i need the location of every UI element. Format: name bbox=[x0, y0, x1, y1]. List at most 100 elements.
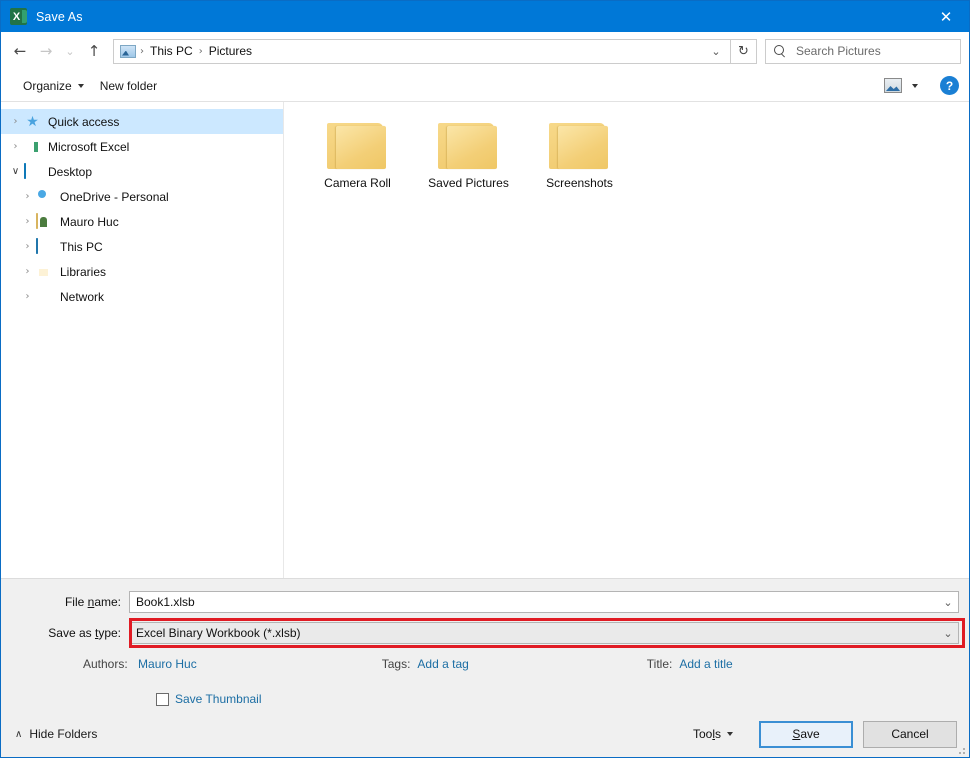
cancel-button[interactable]: Cancel bbox=[863, 721, 957, 748]
add-title-link[interactable]: Add a title bbox=[679, 657, 732, 671]
address-bar[interactable]: › This PC › Pictures ⌄ bbox=[113, 39, 731, 64]
filename-value: Book1.xlsb bbox=[136, 595, 938, 609]
tools-label-pre: Too bbox=[693, 727, 712, 741]
list-item[interactable]: Camera Roll bbox=[302, 116, 413, 190]
file-label: Camera Roll bbox=[324, 176, 391, 190]
command-toolbar: Organize New folder ? bbox=[1, 70, 969, 102]
title-bar: Save As ✕ bbox=[1, 1, 969, 32]
tools-button[interactable]: Tools bbox=[687, 723, 739, 745]
sidebar-item-label: Libraries bbox=[60, 265, 106, 279]
recent-locations-chevron-down-icon[interactable]: ⌄ bbox=[59, 38, 81, 64]
savetype-select[interactable]: Excel Binary Workbook (*.xlsb) ⌄ bbox=[129, 622, 959, 644]
chevron-down-icon bbox=[78, 84, 84, 88]
organize-label: Organize bbox=[23, 79, 72, 93]
file-list-pane[interactable]: Camera Roll Saved Pictures Screenshots bbox=[284, 102, 969, 578]
savetype-label-pre: Save as bbox=[48, 626, 95, 640]
network-icon bbox=[36, 289, 53, 305]
search-placeholder: Search Pictures bbox=[796, 44, 881, 58]
chevron-up-icon: ∧ bbox=[15, 729, 22, 740]
forward-button[interactable]: → bbox=[33, 38, 59, 64]
expand-chevron-icon[interactable]: › bbox=[19, 266, 36, 277]
folder-icon bbox=[549, 120, 611, 170]
file-label: Saved Pictures bbox=[428, 176, 509, 190]
breadcrumb-this-pc[interactable]: This PC bbox=[145, 40, 198, 63]
window-title: Save As bbox=[36, 10, 83, 24]
hide-folders-button[interactable]: ∧ Hide Folders bbox=[15, 727, 97, 741]
sidebar-item-label: Microsoft Excel bbox=[48, 140, 129, 154]
sidebar-item-network[interactable]: › Network bbox=[1, 284, 283, 309]
sidebar-item-libraries[interactable]: › Libraries bbox=[1, 259, 283, 284]
caret-glyph bbox=[912, 84, 918, 88]
navigation-bar: ← → ⌄ ↑ › This PC › Pictures ⌄ ↻ Search … bbox=[1, 32, 969, 70]
sidebar-item-mauro-huc[interactable]: › Mauro Huc bbox=[1, 209, 283, 234]
breadcrumb-pictures[interactable]: Pictures bbox=[204, 40, 257, 63]
tags-label: Tags: bbox=[382, 657, 411, 671]
folder-icon bbox=[438, 120, 500, 170]
list-item[interactable]: Screenshots bbox=[524, 116, 635, 190]
savetype-label: Save as type: bbox=[1, 626, 129, 640]
chevron-down-icon[interactable]: ⌄ bbox=[938, 596, 958, 609]
user-folder-icon bbox=[36, 214, 53, 230]
back-button[interactable]: ← bbox=[7, 38, 33, 64]
expand-chevron-icon[interactable]: › bbox=[19, 216, 36, 227]
sidebar-item-this-pc[interactable]: › This PC bbox=[1, 234, 283, 259]
up-button[interactable]: ↑ bbox=[81, 38, 107, 64]
save-thumbnail-checkbox[interactable] bbox=[156, 693, 169, 706]
change-view-icon[interactable] bbox=[884, 78, 902, 93]
save-thumbnail-row[interactable]: Save Thumbnail bbox=[1, 687, 969, 711]
title-group: Title: Add a title bbox=[647, 657, 733, 671]
save-label-post: ave bbox=[800, 727, 819, 741]
dialog-body: › ★ Quick access › Microsoft Excel ∨ Des… bbox=[1, 102, 969, 578]
list-item[interactable]: Saved Pictures bbox=[413, 116, 524, 190]
pictures-folder-icon bbox=[120, 45, 136, 58]
onedrive-icon bbox=[36, 189, 53, 205]
expand-chevron-icon[interactable]: › bbox=[19, 291, 36, 302]
view-chevron-down-icon[interactable] bbox=[902, 84, 922, 88]
filename-label-pre: File bbox=[65, 595, 88, 609]
sidebar-item-onedrive-personal[interactable]: › OneDrive - Personal bbox=[1, 184, 283, 209]
savetype-row: Save as type: Excel Binary Workbook (*.x… bbox=[1, 622, 969, 644]
title-label: Title: bbox=[647, 657, 673, 671]
hide-folders-label: Hide Folders bbox=[29, 727, 97, 741]
new-folder-button[interactable]: New folder bbox=[92, 76, 165, 96]
filename-input[interactable]: Book1.xlsb ⌄ bbox=[129, 591, 959, 613]
address-chevron-down-icon[interactable]: ⌄ bbox=[704, 45, 728, 58]
excel-icon bbox=[24, 139, 41, 155]
chevron-down-icon[interactable]: ⌄ bbox=[938, 627, 958, 640]
excel-app-icon bbox=[10, 8, 27, 25]
sidebar-item-label: Network bbox=[60, 290, 104, 304]
authors-label: Authors: bbox=[83, 657, 128, 671]
expand-chevron-icon[interactable]: › bbox=[19, 191, 36, 202]
desktop-icon bbox=[24, 164, 41, 180]
add-tag-link[interactable]: Add a tag bbox=[417, 657, 468, 671]
navigation-pane: › ★ Quick access › Microsoft Excel ∨ Des… bbox=[1, 102, 284, 578]
close-icon[interactable]: ✕ bbox=[923, 1, 969, 32]
chevron-down-icon bbox=[727, 732, 733, 736]
search-input[interactable]: Search Pictures bbox=[765, 39, 961, 64]
save-thumbnail-label: Save Thumbnail bbox=[175, 692, 262, 706]
footer-button-group: Tools Save Cancel bbox=[687, 721, 957, 748]
collapse-chevron-icon[interactable]: ∨ bbox=[7, 166, 24, 177]
sidebar-item-desktop[interactable]: ∨ Desktop bbox=[1, 159, 283, 184]
tools-label-post: s bbox=[715, 727, 721, 741]
this-pc-icon bbox=[36, 239, 53, 255]
savetype-label-post: ype: bbox=[98, 626, 121, 640]
expand-chevron-icon[interactable]: › bbox=[7, 141, 24, 152]
sidebar-item-label: Desktop bbox=[48, 165, 92, 179]
authors-group: Authors: Mauro Huc bbox=[83, 657, 197, 671]
sidebar-item-label: Mauro Huc bbox=[60, 215, 119, 229]
dialog-footer: ∧ Hide Folders Tools Save Cancel bbox=[1, 711, 969, 757]
sidebar-item-quick-access[interactable]: › ★ Quick access bbox=[1, 109, 283, 134]
filename-label-post: ame: bbox=[94, 595, 121, 609]
expand-chevron-icon[interactable]: › bbox=[7, 116, 24, 127]
refresh-icon[interactable]: ↻ bbox=[731, 39, 757, 64]
authors-value[interactable]: Mauro Huc bbox=[138, 657, 197, 671]
organize-button[interactable]: Organize bbox=[15, 76, 92, 96]
save-button[interactable]: Save bbox=[759, 721, 853, 748]
sidebar-item-label: This PC bbox=[60, 240, 103, 254]
resize-grip[interactable] bbox=[954, 743, 966, 755]
sidebar-item-microsoft-excel[interactable]: › Microsoft Excel bbox=[1, 134, 283, 159]
help-icon[interactable]: ? bbox=[940, 76, 959, 95]
expand-chevron-icon[interactable]: › bbox=[19, 241, 36, 252]
toolbar-right-group: ? bbox=[884, 76, 959, 95]
